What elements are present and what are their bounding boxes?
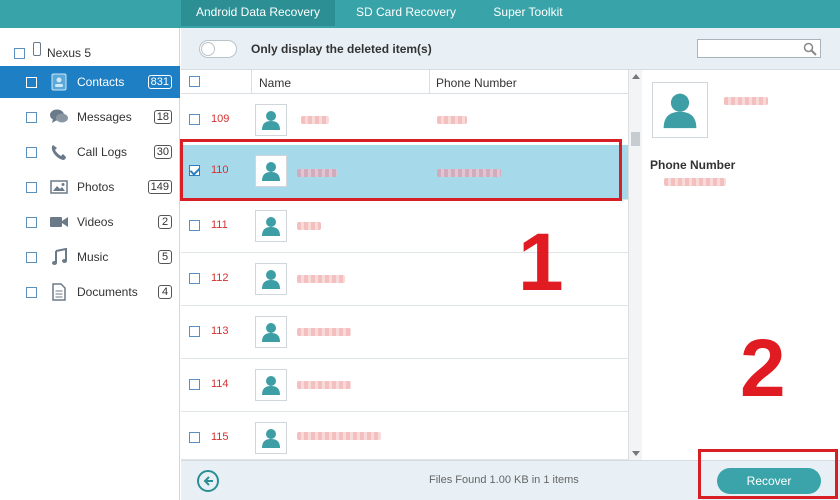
row-checkbox[interactable] [189, 114, 200, 125]
search-icon[interactable] [803, 42, 817, 59]
column-header-name[interactable]: Name [259, 76, 291, 90]
select-all-checkbox[interactable] [189, 76, 200, 87]
sidebar-item-label: Call Logs [77, 145, 128, 159]
row-checkbox[interactable] [189, 432, 200, 443]
messages-checkbox[interactable] [26, 111, 37, 123]
scroll-thumb[interactable] [631, 132, 640, 146]
tab-super-toolkit[interactable]: Super Toolkit [476, 0, 580, 26]
scroll-down-arrow-icon[interactable] [632, 451, 640, 456]
table-row[interactable]: 113 [181, 306, 628, 359]
row-id: 111 [211, 219, 228, 231]
annotation-box-step-2 [698, 449, 838, 499]
deleted-only-toggle[interactable] [199, 40, 237, 58]
list-toolbar: Only display the deleted item(s) [181, 28, 840, 70]
contacts-checkbox[interactable] [26, 76, 37, 88]
contact-avatar-icon [255, 104, 287, 136]
blurred-name [297, 275, 345, 283]
messages-icon [49, 107, 69, 127]
photos-checkbox[interactable] [26, 181, 37, 193]
row-checkbox[interactable] [189, 273, 200, 284]
smartphone-icon [33, 42, 41, 56]
sidebar-item-label: Music [77, 250, 109, 264]
annotation-step-1-number: 1 [518, 217, 564, 308]
list-scrollbar[interactable] [628, 70, 642, 460]
blurred-name [297, 381, 351, 389]
contact-avatar-icon [255, 369, 287, 401]
blurred-phone [437, 116, 467, 124]
search-input[interactable] [698, 40, 798, 57]
contact-avatar-icon [255, 210, 287, 242]
back-arrow-icon[interactable] [197, 470, 219, 492]
sidebar-item-label: Documents [77, 285, 138, 299]
blurred-name [297, 328, 351, 336]
sidebar-item-label: Photos [77, 180, 115, 194]
column-header-phone[interactable]: Phone Number [436, 76, 517, 90]
sidebar-item-label: Contacts [77, 75, 125, 89]
call-logs-checkbox[interactable] [26, 146, 37, 158]
sidebar-item-label: Messages [77, 110, 132, 124]
toggle-knob [201, 42, 215, 56]
contacts-count-badge: 831 [147, 75, 172, 89]
blurred-name [301, 116, 329, 124]
sidebar-item-contacts[interactable]: Contacts 831 [0, 66, 180, 98]
contact-avatar-icon [255, 422, 287, 454]
annotation-box-step-1 [180, 139, 622, 201]
music-icon [49, 247, 69, 267]
row-id: 114 [211, 378, 229, 390]
photos-icon [49, 177, 69, 197]
detail-phone-label: Phone Number [650, 158, 736, 172]
search-box [697, 39, 821, 58]
row-checkbox[interactable] [189, 220, 200, 231]
videos-checkbox[interactable] [26, 216, 37, 228]
contacts-icon [49, 72, 69, 92]
row-id: 113 [211, 325, 229, 337]
tab-android-data-recovery[interactable]: Android Data Recovery [181, 0, 335, 26]
sidebar-item-videos[interactable]: Videos 2 [0, 206, 180, 238]
documents-count-badge: 4 [158, 285, 172, 299]
contact-avatar-icon [255, 263, 287, 295]
call-logs-count-badge: 30 [153, 145, 172, 159]
contact-avatar-icon [652, 82, 708, 138]
sidebar-item-music[interactable]: Music 5 [0, 241, 180, 273]
annotation-step-2-number: 2 [740, 323, 786, 414]
blurred-detail-phone [664, 178, 726, 186]
documents-checkbox[interactable] [26, 286, 37, 298]
sidebar: Nexus 5 Contacts 831 Messages 18 Call Lo… [0, 28, 180, 500]
blurred-detail-name [724, 97, 768, 105]
scroll-up-arrow-icon[interactable] [632, 74, 640, 79]
row-id: 115 [211, 431, 229, 443]
music-count-badge: 5 [158, 250, 172, 264]
table-row[interactable]: 114 [181, 359, 628, 412]
sidebar-item-documents[interactable]: Documents 4 [0, 276, 180, 308]
sidebar-item-label: Videos [77, 215, 114, 229]
tab-sd-card-recovery[interactable]: SD Card Recovery [342, 0, 470, 26]
contact-avatar-icon [255, 316, 287, 348]
column-divider [429, 70, 430, 94]
device-name: Nexus 5 [47, 46, 92, 60]
video-icon [49, 212, 69, 232]
table-row[interactable]: 115 [181, 412, 628, 460]
videos-count-badge: 2 [158, 215, 172, 229]
messages-count-badge: 18 [153, 110, 172, 124]
device-checkbox[interactable] [14, 47, 25, 59]
row-checkbox[interactable] [189, 379, 200, 390]
deleted-only-label: Only display the deleted item(s) [251, 42, 432, 56]
files-found-status: Files Found 1.00 KB in 1 items [429, 474, 579, 486]
list-header: Name Phone Number [181, 70, 628, 94]
row-id: 109 [211, 113, 230, 125]
document-icon [49, 282, 69, 302]
sidebar-item-call-logs[interactable]: Call Logs 30 [0, 136, 180, 168]
blurred-name [297, 222, 321, 230]
column-divider [251, 70, 252, 94]
sidebar-item-photos[interactable]: Photos 149 [0, 171, 180, 203]
top-tab-bar: Android Data Recovery SD Card Recovery S… [0, 0, 840, 28]
music-checkbox[interactable] [26, 251, 37, 263]
sidebar-item-messages[interactable]: Messages 18 [0, 101, 180, 133]
phone-icon [49, 142, 69, 162]
blurred-name [297, 432, 381, 440]
row-checkbox[interactable] [189, 326, 200, 337]
row-id: 112 [211, 272, 229, 284]
device-row[interactable]: Nexus 5 [14, 42, 91, 64]
photos-count-badge: 149 [147, 180, 172, 194]
